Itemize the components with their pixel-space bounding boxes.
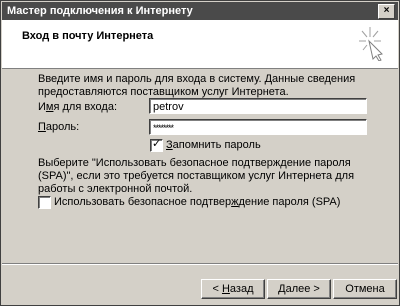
spa-checkbox[interactable]	[38, 196, 51, 209]
username-field[interactable]: petrov	[149, 98, 367, 114]
close-button[interactable]: ×	[378, 4, 395, 19]
page-title: Вход в почту Интернета	[22, 30, 154, 42]
wizard-content: Введите имя и пароль для входа в систему…	[2, 69, 398, 263]
username-label: Имя для входа:	[38, 101, 118, 113]
window-title: Мастер подключения к Интернету	[7, 5, 193, 17]
wizard-header: Вход в почту Интернета	[2, 20, 398, 69]
title-bar: Мастер подключения к Интернету ×	[2, 2, 398, 20]
next-button[interactable]: Далее >	[267, 279, 331, 299]
cancel-button[interactable]: Отмена	[333, 279, 397, 299]
password-field[interactable]: ********	[149, 119, 367, 135]
spa-description: Выберите "Использовать безопасное подтве…	[38, 157, 355, 195]
wizard-window: Мастер подключения к Интернету × Вход в …	[0, 0, 400, 306]
checkmark-icon: ✓	[152, 138, 162, 150]
remember-password-label[interactable]: Запомнить пароль	[166, 139, 261, 151]
password-label: Пароль:	[38, 121, 80, 133]
footer-divider	[2, 263, 398, 265]
wizard-sparkle-icon	[359, 27, 383, 61]
remember-password-checkbox[interactable]: ✓	[150, 138, 163, 152]
spa-label[interactable]: Использовать безопасное подтверждение па…	[54, 196, 340, 208]
intro-text: Введите имя и пароль для входа в систему…	[38, 73, 356, 98]
back-button[interactable]: < Назад	[201, 279, 265, 299]
